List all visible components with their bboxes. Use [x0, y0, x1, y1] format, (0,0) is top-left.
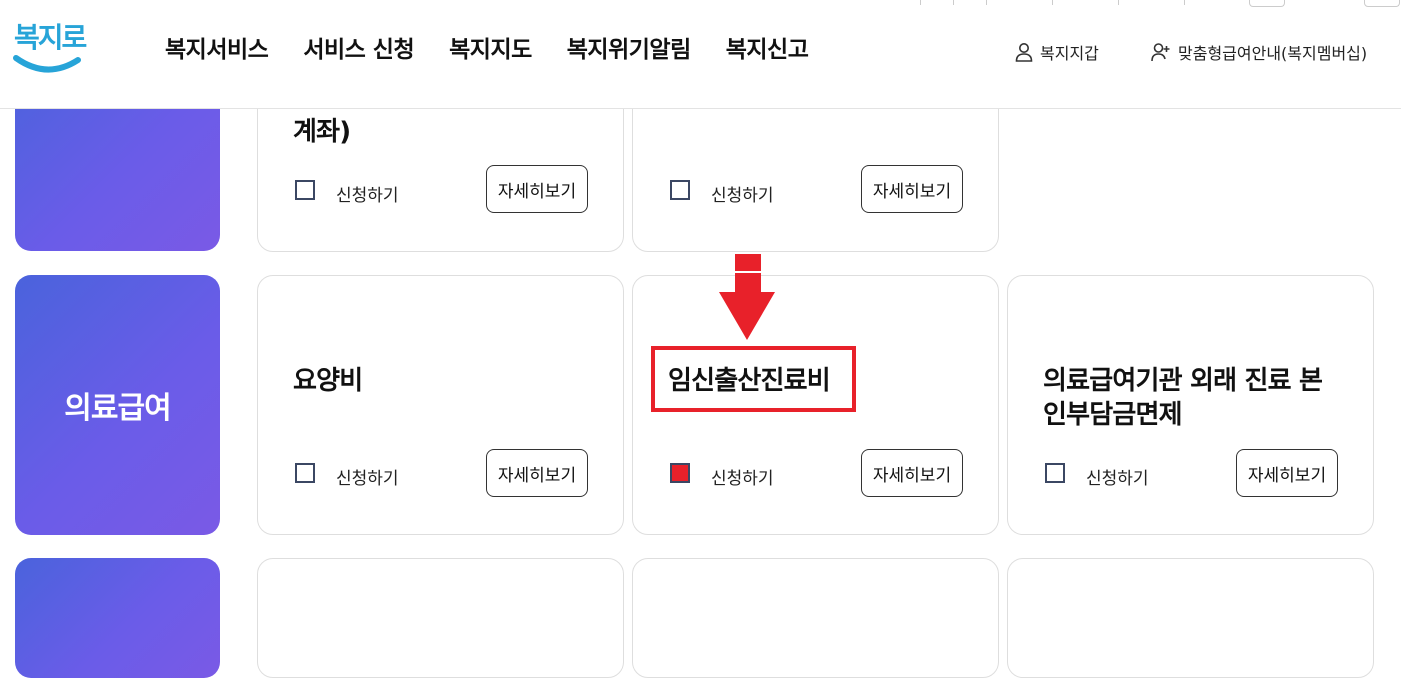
service-title: 의료급여기관 외래 진료 본	[1043, 366, 1323, 396]
site-header: 복지로 복지서비스 서비스 신청 복지지도 복지위기알림 복지신고 복지지갑 맞…	[0, 0, 1401, 109]
nav-service-apply[interactable]: 서비스 신청	[303, 30, 414, 64]
utility-strip	[900, 0, 1401, 8]
user-icon	[1015, 43, 1033, 62]
detail-button[interactable]: 자세히보기	[861, 449, 963, 497]
service-title: 계좌)	[293, 117, 351, 147]
detail-button[interactable]: 자세히보기	[486, 165, 588, 213]
service-title: 요양비	[293, 366, 363, 396]
logo-text: 복지로	[14, 21, 87, 54]
membership-link[interactable]: 맞춤형급여안내(복지멤버십)	[1151, 40, 1367, 64]
category-tile-medical-aid: 의료급여	[15, 275, 220, 535]
detail-button[interactable]: 자세히보기	[1236, 449, 1338, 497]
detail-button[interactable]: 자세히보기	[861, 165, 963, 213]
apply-checkbox[interactable]	[295, 180, 315, 200]
nav-crisis-alert[interactable]: 복지위기알림	[567, 30, 691, 64]
apply-checkbox-checked[interactable]	[670, 463, 690, 483]
apply-label: 신청하기	[711, 186, 774, 206]
apply-label: 신청하기	[1086, 469, 1149, 489]
category-label: 의료급여	[64, 391, 171, 426]
service-card-copay-exemption: 의료급여기관 외래 진료 본 인부담금면제 신청하기 자세히보기	[1007, 275, 1374, 535]
smile-icon	[13, 55, 81, 73]
service-card	[1007, 558, 1374, 678]
highlight-box	[651, 346, 856, 412]
category-tile	[15, 558, 220, 678]
nav-welfare-report[interactable]: 복지신고	[726, 30, 809, 64]
apply-label: 신청하기	[711, 469, 774, 489]
apply-checkbox[interactable]	[670, 180, 690, 200]
down-arrow-annotation	[719, 254, 775, 340]
membership-label: 맞춤형급여안내(복지멤버십)	[1178, 44, 1368, 63]
nav-welfare-map[interactable]: 복지지도	[449, 30, 532, 64]
service-title-line2: 인부담금면제	[1043, 400, 1183, 430]
main-nav: 복지서비스 서비스 신청 복지지도 복지위기알림 복지신고	[165, 30, 843, 64]
apply-checkbox[interactable]	[1045, 463, 1065, 483]
detail-button[interactable]: 자세히보기	[486, 449, 588, 497]
wallet-link[interactable]: 복지지갑	[1015, 40, 1099, 64]
user-plus-icon	[1151, 43, 1170, 62]
apply-checkbox[interactable]	[295, 463, 315, 483]
apply-label: 신청하기	[336, 186, 399, 206]
bokjiro-logo[interactable]: 복지로	[12, 16, 87, 80]
nav-welfare-service[interactable]: 복지서비스	[165, 30, 269, 64]
service-card-care-cost: 요양비 신청하기 자세히보기	[257, 275, 624, 535]
apply-label: 신청하기	[336, 469, 399, 489]
wallet-label: 복지지갑	[1040, 44, 1099, 63]
service-card	[257, 558, 624, 678]
service-card	[632, 558, 999, 678]
